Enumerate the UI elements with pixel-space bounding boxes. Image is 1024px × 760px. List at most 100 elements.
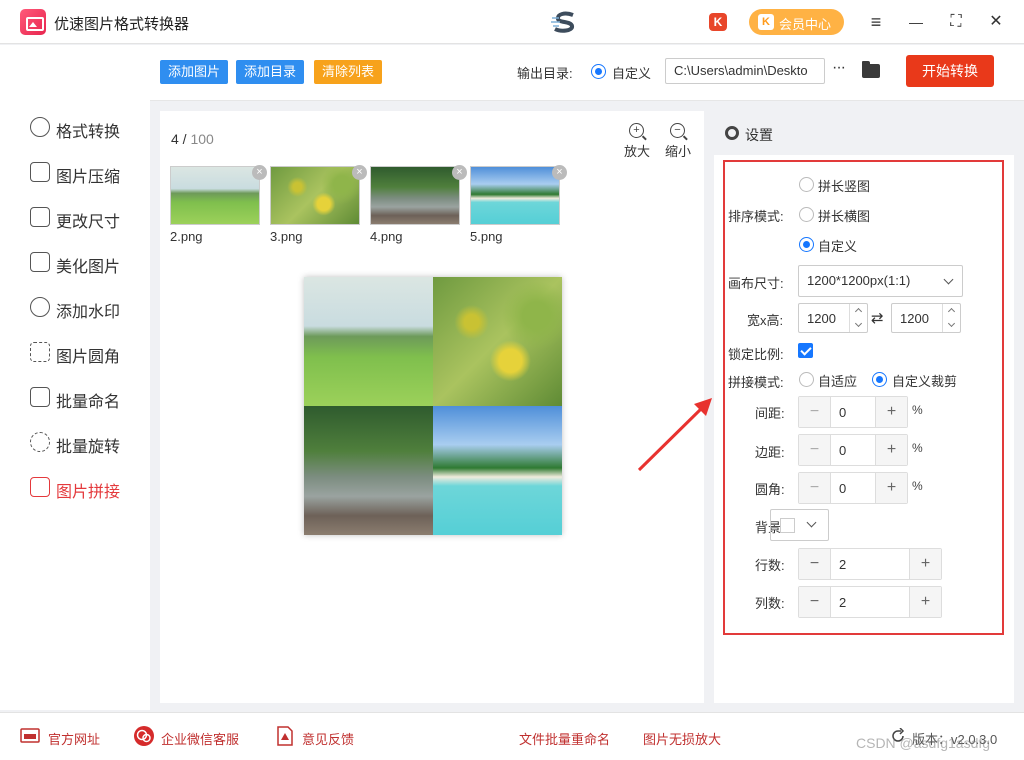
radius-value[interactable]: 0 — [839, 481, 846, 496]
sidebar-item-format-convert[interactable]: 格式转换 — [30, 115, 140, 141]
more-icon[interactable]: ··· — [832, 59, 852, 77]
stitch-preview — [304, 277, 562, 535]
k-badge-icon[interactable]: K — [709, 13, 727, 31]
margin-minus-button[interactable]: − — [799, 435, 831, 465]
radius-stepper[interactable]: − 0 + — [798, 472, 908, 504]
remove-icon[interactable]: × — [252, 165, 267, 180]
start-convert-button[interactable]: 开始转换 — [906, 55, 994, 87]
rows-stepper[interactable]: − 2 + — [798, 548, 942, 580]
batch-rename-link[interactable]: 文件批量重命名 — [519, 729, 610, 748]
spacing-minus-button[interactable]: − — [799, 397, 831, 427]
wechat-service-link[interactable]: 企业微信客服 — [161, 729, 239, 748]
stitch-auto-radio[interactable] — [799, 372, 814, 387]
output-path-input[interactable]: C:\Users\admin\Deskto — [665, 58, 825, 84]
cols-value[interactable]: 2 — [839, 595, 846, 610]
zoom-in-button[interactable]: + 放大 — [619, 123, 655, 159]
sidebar-item-rename[interactable]: 批量命名 — [30, 385, 140, 411]
remove-icon[interactable]: × — [352, 165, 367, 180]
folder-icon[interactable] — [862, 61, 880, 78]
sort-vertical-label: 拼长竖图 — [818, 179, 871, 194]
radius-plus-button[interactable]: + — [875, 473, 907, 503]
rows-value[interactable]: 2 — [839, 557, 846, 572]
height-input[interactable]: 1200 — [891, 303, 961, 333]
sort-mode-label: 排序模式: — [728, 209, 784, 224]
width-spin-buttons[interactable] — [849, 304, 867, 332]
maximize-icon[interactable]: ⛶ — [944, 10, 968, 34]
thumbnail-item[interactable]: 5.png × — [470, 165, 567, 246]
sidebar-item-round-corner[interactable]: 图片圆角 — [30, 340, 140, 366]
height-spin-buttons[interactable] — [942, 304, 960, 332]
title-bar: 优速图片格式转换器 K K 会员中心 ≡ — ⛶ ✕ — [0, 0, 1024, 44]
swap-icon[interactable]: ⇄ — [871, 309, 884, 327]
minimize-icon[interactable]: — — [904, 10, 928, 34]
sidebar-item-label: 批量命名 — [56, 394, 121, 411]
sort-horizontal-radio[interactable] — [799, 207, 814, 222]
width-value: 1200 — [807, 311, 836, 326]
add-directory-button[interactable]: 添加目录 — [236, 60, 305, 84]
footer: 官方网址 企业微信客服 意见反馈 文件批量重命名 图片无损放大 版本：v2.0.… — [0, 712, 1024, 760]
resize-icon — [30, 207, 50, 227]
output-custom-radio[interactable] — [591, 64, 606, 79]
sidebar-item-rotate[interactable]: 批量旋转 — [30, 430, 140, 456]
thumbnail-item[interactable]: 2.png × — [170, 165, 267, 246]
background-color-swatch — [780, 518, 795, 533]
sidebar-item-label: 图片压缩 — [56, 169, 121, 186]
preview-tile-beach — [433, 406, 562, 535]
sort-vertical-radio[interactable] — [799, 177, 814, 192]
sidebar-item-stitch[interactable]: 图片拼接 — [30, 475, 140, 501]
margin-stepper[interactable]: − 0 + — [798, 434, 908, 466]
clear-list-button[interactable]: 清除列表 — [314, 60, 383, 84]
margin-plus-button[interactable]: + — [875, 435, 907, 465]
gear-icon — [725, 126, 739, 140]
spacing-value[interactable]: 0 — [839, 405, 846, 420]
preview-tile-flowers — [433, 277, 562, 406]
remove-icon[interactable]: × — [452, 165, 467, 180]
spacing-label: 间距: — [755, 406, 785, 421]
preview-tile-river — [304, 406, 433, 535]
official-site-link[interactable]: 官方网址 — [48, 729, 100, 748]
website-icon — [20, 728, 40, 743]
margin-value[interactable]: 0 — [839, 443, 846, 458]
thumbnail-item[interactable]: 3.png × — [270, 165, 367, 246]
canvas-size-label: 画布尺寸: — [728, 276, 784, 291]
add-image-button[interactable]: 添加图片 — [160, 60, 229, 84]
sidebar-item-resize[interactable]: 更改尺寸 — [30, 205, 140, 231]
stitch-custom-crop-radio[interactable] — [872, 372, 887, 387]
canvas-size-select[interactable]: 1200*1200px(1:1) — [798, 265, 963, 297]
settings-panel: 设置 拼长竖图 排序模式: 拼长横图 自定义 画布尺寸: 1200*1200px… — [714, 111, 1014, 703]
menu-icon[interactable]: ≡ — [864, 10, 888, 34]
sidebar-item-watermark[interactable]: 添加水印 — [30, 295, 140, 321]
cols-stepper[interactable]: − 2 + — [798, 586, 942, 618]
chevron-down-icon — [943, 274, 954, 285]
output-dir-label: 输出目录: — [517, 66, 573, 81]
sidebar-item-beautify[interactable]: 美化图片 — [30, 250, 140, 276]
rows-minus-button[interactable]: − — [799, 549, 831, 579]
lossless-zoom-link[interactable]: 图片无损放大 — [643, 729, 721, 748]
feedback-link[interactable]: 意见反馈 — [302, 729, 354, 748]
sort-custom-radio[interactable] — [799, 237, 814, 252]
toolbar: 添加图片 添加目录 清除列表 输出目录: 自定义 C:\Users\admin\… — [150, 45, 1024, 101]
radius-minus-button[interactable]: − — [799, 473, 831, 503]
zoom-out-label: 缩小 — [664, 144, 691, 159]
lock-ratio-checkbox[interactable] — [798, 343, 813, 358]
sort-custom-label: 自定义 — [818, 239, 858, 254]
preview-tile-meadow — [304, 277, 433, 406]
rows-plus-button[interactable]: + — [909, 549, 941, 579]
background-color-picker[interactable] — [770, 509, 829, 541]
zoom-out-button[interactable]: − 缩小 — [660, 123, 696, 159]
cols-plus-button[interactable]: + — [909, 587, 941, 617]
spacing-stepper[interactable]: − 0 + — [798, 396, 908, 428]
thumbnail-item[interactable]: 4.png × — [370, 165, 467, 246]
compress-icon — [30, 162, 50, 182]
width-input[interactable]: 1200 — [798, 303, 868, 333]
cols-minus-button[interactable]: − — [799, 587, 831, 617]
thumbnail-image-flowers — [270, 166, 360, 225]
spacing-plus-button[interactable]: + — [875, 397, 907, 427]
close-icon[interactable]: ✕ — [984, 10, 1008, 34]
settings-title: 设置 — [745, 127, 773, 143]
height-value: 1200 — [900, 311, 929, 326]
thumbnail-filename: 4.png — [370, 229, 403, 244]
remove-icon[interactable]: × — [552, 165, 567, 180]
sidebar-item-compress[interactable]: 图片压缩 — [30, 160, 140, 186]
vip-center-button[interactable]: K 会员中心 — [749, 9, 844, 35]
